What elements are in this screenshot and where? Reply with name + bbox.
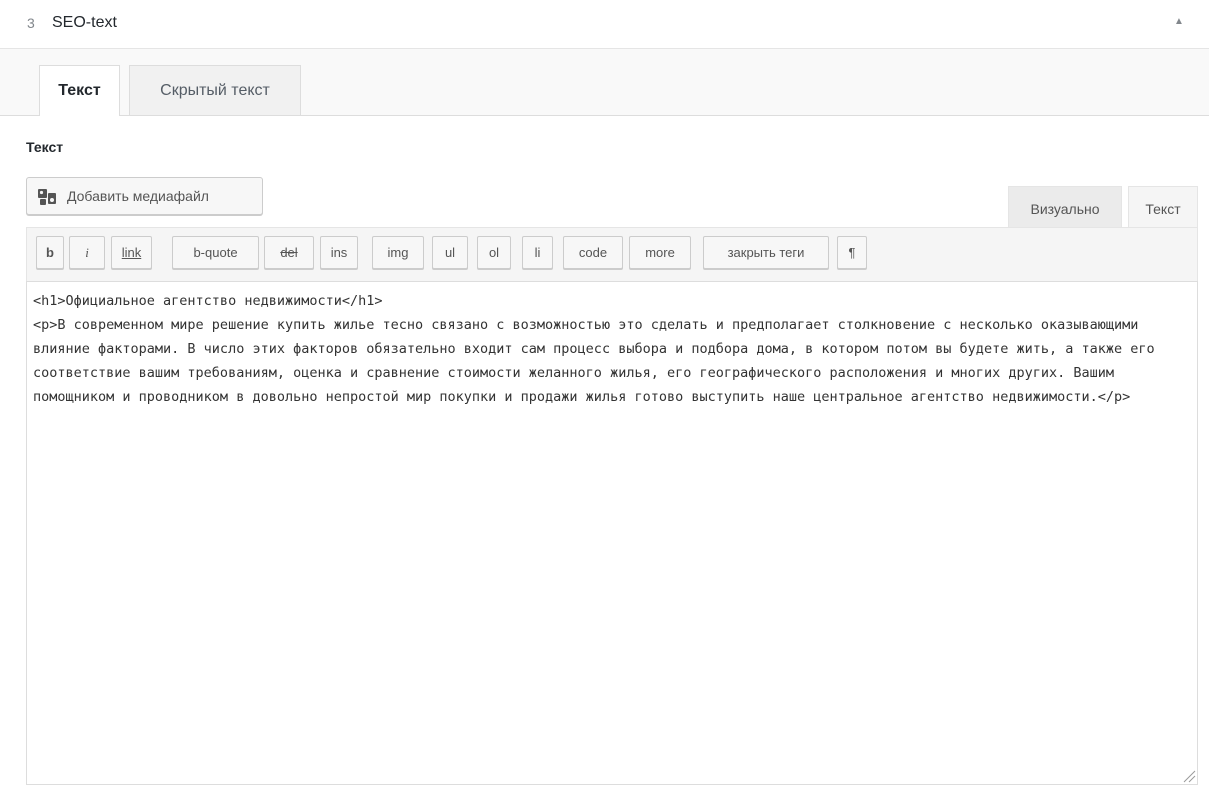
italic-button[interactable]: i [69,236,105,269]
media-icon [38,189,56,205]
triangle-up-icon[interactable]: ▲ [1171,14,1187,30]
text-mode-tab[interactable]: Текст [1128,186,1198,229]
more-button[interactable]: more [629,236,691,269]
bold-button[interactable]: b [36,236,64,269]
panel-header[interactable]: 3 SEO-text ▲ [0,0,1209,49]
link-button[interactable]: link [111,236,152,269]
visual-mode-tab[interactable]: Визуально [1008,186,1122,228]
blockquote-button[interactable]: b-quote [172,236,259,269]
tab-hidden-text[interactable]: Скрытый текст [129,65,301,115]
unordered-list-button[interactable]: ul [432,236,468,269]
add-media-label: Добавить медиафайл [67,188,209,204]
panel-title: SEO-text [52,14,117,31]
ordered-list-button[interactable]: ol [477,236,511,269]
close-tags-button[interactable]: закрыть теги [703,236,829,269]
content-textarea[interactable]: <h1>Официальное агентство недвижимости</… [26,281,1198,785]
paragraph-button[interactable]: ¶ [837,236,867,269]
list-item-button[interactable]: li [522,236,553,269]
code-button[interactable]: code [563,236,623,269]
panel-number: 3 [27,15,35,31]
tab-text[interactable]: Текст [39,65,120,116]
tabs-bar: Текст Скрытый текст [0,49,1209,116]
resize-handle-icon[interactable] [1182,769,1196,783]
field-label: Текст [26,139,64,155]
add-media-button[interactable]: Добавить медиафайл [26,177,263,215]
quicktags-toolbar: b i link b-quote del ins img ul ol li co… [26,227,1198,281]
insert-button[interactable]: ins [320,236,358,269]
image-button[interactable]: img [372,236,424,269]
delete-button[interactable]: del [264,236,314,269]
